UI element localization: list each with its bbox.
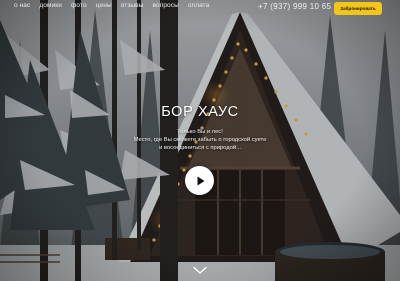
nav-link-faq[interactable]: вопросы bbox=[153, 2, 179, 9]
nav-link-photo[interactable]: фото bbox=[71, 2, 87, 9]
hero-subtitle-line: и восоединиться с природой... bbox=[159, 145, 241, 151]
chevron-down-icon[interactable] bbox=[193, 266, 207, 275]
nav-link-about[interactable]: о нас bbox=[14, 2, 30, 9]
top-nav: о нас домики фото цены отзывы вопросы оп… bbox=[0, 0, 400, 20]
nav-link-reviews[interactable]: отзывы bbox=[121, 2, 144, 9]
play-video-button[interactable] bbox=[185, 166, 214, 195]
nav-link-houses[interactable]: домики bbox=[39, 2, 62, 9]
nav-link-payment[interactable]: оплата bbox=[188, 2, 210, 9]
phone-number[interactable]: +7 (937) 999 10 65 bbox=[258, 2, 331, 11]
hero-subtitle-line: Место, где Вы сможете забыть о городской… bbox=[133, 137, 267, 143]
nav-links: о нас домики фото цены отзывы вопросы оп… bbox=[14, 2, 209, 9]
hero-subtitle: Только Вы и лес! Место, где Вы сможете з… bbox=[120, 128, 280, 152]
hero-title: БОР ХАУС bbox=[161, 104, 239, 120]
play-icon bbox=[197, 176, 204, 185]
book-button[interactable]: Забронировать bbox=[334, 2, 382, 15]
hero-subtitle-line: Только Вы и лес! bbox=[177, 129, 223, 135]
nav-link-prices[interactable]: цены bbox=[96, 2, 112, 9]
